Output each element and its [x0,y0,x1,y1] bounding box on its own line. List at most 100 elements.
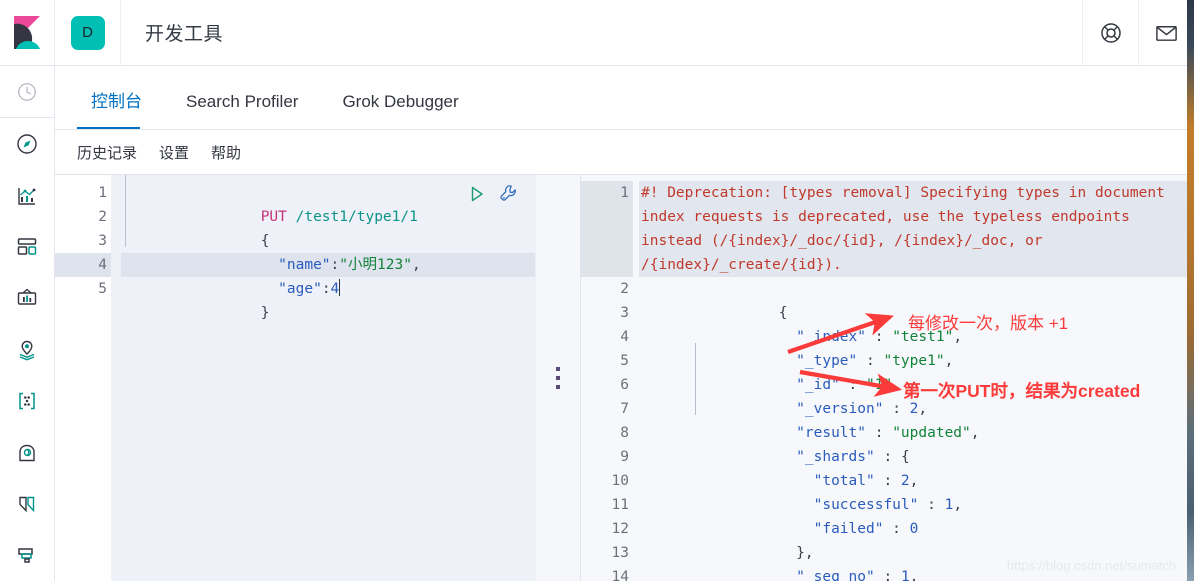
line-number-text: 12 [611,521,629,537]
line-number: 5▴ [55,277,123,301]
comma: , [953,497,963,513]
visualize-chart-icon [18,187,36,205]
request-editor[interactable]: 1 2▾ 3 4 5▴ [55,175,535,581]
colon: : [866,425,893,441]
sidebar-item-infrastructure[interactable] [0,427,55,478]
watermark: https://blog.csdn.net/sumatch [1006,558,1176,573]
line-number: 3 [620,305,629,321]
colon: : [874,449,901,465]
sidebar-item-dashboard[interactable] [0,221,55,272]
line-number-active: 4 [55,253,111,277]
line-number: 14 [611,569,629,581]
tab-grok-debugger[interactable]: Grok Debugger [328,92,472,129]
json-key: "_index" [796,329,866,345]
tab-search-profiler[interactable]: Search Profiler [172,92,312,129]
json-value: 2 [900,473,910,489]
request-code-area[interactable]: PUT /test1/type1/1 { "name":"小明123", "ag… [111,175,535,581]
line-number: 2▾ [55,205,123,229]
infrastructure-icon [19,444,35,461]
dashboard-icon [17,238,37,255]
line-number: 4 [620,329,629,345]
top-header: D 开发工具 [0,0,1194,66]
discover-compass-icon [17,134,37,154]
comma: , [909,473,919,489]
http-method: PUT [260,209,287,225]
response-pane: 1 2▾ 3 4 5 6 7 8▾ 9 [580,174,1194,581]
line-number-text: 8 [620,425,629,441]
json-value-result: "updated" [892,425,971,441]
json-key: "name" [278,257,331,273]
comma: , [944,353,954,369]
page-title: 开发工具 [145,24,224,45]
json-key: "age" [278,281,322,297]
sidebar-item-maps[interactable] [0,324,55,375]
comma: , [970,425,980,441]
sidebar-item-apm[interactable] [0,530,55,581]
recently-viewed-icon [18,82,36,101]
sidebar-item-canvas[interactable] [0,273,55,324]
mail-button[interactable] [1138,0,1194,66]
play-run-icon[interactable] [467,184,487,204]
pane-resize-handle[interactable] [535,174,580,581]
submenu-help[interactable]: 帮助 [211,142,241,163]
kibana-logo-button[interactable] [0,0,55,66]
editor-action-buttons [467,183,519,204]
close-brace: }, [796,545,814,561]
avatar: D [70,15,105,50]
response-editor[interactable]: 1 2▾ 3 4 5 6 7 8▾ 9 [581,175,1194,581]
json-value: "test1" [892,329,954,345]
response-gutter: 1 2▾ 3 4 5 6 7 8▾ 9 [581,175,645,581]
json-value: 4 [330,281,340,297]
line-number: 12▴ [581,517,645,541]
close-brace: } [260,305,270,321]
json-key: "_id" [796,377,840,393]
app-body: 控制台 Search Profiler Grok Debugger 历史记录 设… [0,66,1194,581]
line-number: 8▾ [581,421,645,445]
submenu-settings[interactable]: 设置 [159,142,189,163]
deprecation-warning: #! Deprecation: [types removal] Specifyi… [639,181,1194,277]
json-key: "successful" [813,497,919,513]
sidebar-item-machine-learning[interactable] [0,375,55,426]
colon: : [874,569,901,581]
space-avatar-button[interactable]: D [55,0,121,66]
line-number: 1 [98,185,107,201]
sidebar-item-recently-viewed[interactable] [0,66,55,117]
line-number: 9 [620,449,629,465]
line-number: 6 [620,377,629,393]
sidebar-item-logs[interactable] [0,478,55,529]
submenu-history[interactable]: 历史记录 [77,142,137,163]
colon: : [883,401,910,417]
tab-console[interactable]: 控制台 [77,87,156,129]
kibana-dev-tools-window: D 开发工具 控制台 Search Profiler Grok Debugger… [0,0,1194,581]
json-key: "total" [813,473,875,489]
comma: , [918,401,928,417]
maps-pin-layers-icon [19,340,35,361]
line-number: 10 [611,473,629,489]
sidebar-item-discover[interactable] [0,118,55,169]
open-brace: { [900,449,910,465]
open-brace: { [778,305,788,321]
line-number: 13 [611,545,629,561]
fold-guide-line [125,175,126,247]
help-button[interactable] [1082,0,1138,66]
colon: : [918,497,945,513]
colon: : [330,257,340,273]
console-split: 1 2▾ 3 4 5▴ [55,174,1194,581]
json-key: "_seq_no" [796,569,875,581]
sidebar-item-visualize[interactable] [0,170,55,221]
lifebuoy-help-icon [1100,22,1121,43]
response-code-area[interactable]: #! Deprecation: [types removal] Specifyi… [633,175,1194,581]
wrench-settings-icon[interactable] [498,183,519,204]
comma: , [909,569,919,581]
envelope-icon [1156,26,1177,41]
json-value: 0 [909,521,919,537]
comma: , [892,377,901,393]
